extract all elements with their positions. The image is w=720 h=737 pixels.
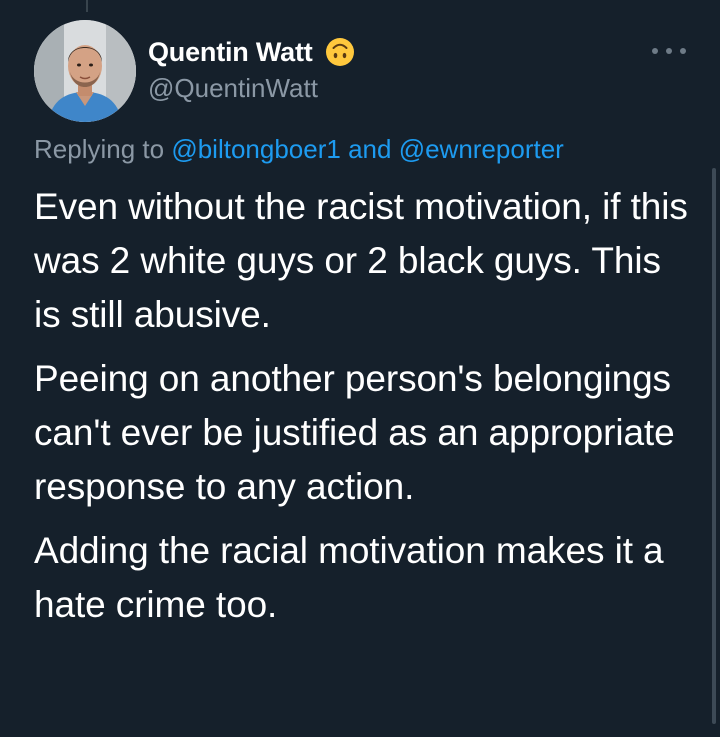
mention-link-biltongboer1[interactable]: @biltongboer1 [171,134,341,164]
more-dot [652,48,658,54]
avatar-photo [34,20,136,122]
replying-to-conjunction[interactable]: and [348,134,391,164]
tweet-paragraph: Even without the racist motivation, if t… [34,186,688,335]
avatar[interactable] [34,20,136,122]
tweet-paragraph: Adding the racial motivation makes it a … [34,530,664,625]
tweet-text: Even without the racist motivation, if t… [34,180,694,642]
replying-to-line: Replying to @biltongboer1 and @ewnreport… [34,134,564,165]
mention-link-ewnreporter[interactable]: @ewnreporter [399,134,564,164]
scrollbar[interactable] [712,168,716,724]
more-options-icon[interactable] [652,46,686,56]
more-dot [666,48,672,54]
tweet-paragraph: Peeing on another person's belongings ca… [34,358,675,507]
more-dot [680,48,686,54]
author-handle[interactable]: @QuentinWatt [148,73,355,104]
author-name-row: Quentin Watt [148,34,355,70]
tweet-author: Quentin Watt @QuentinWatt [148,34,355,104]
replying-to-prefix: Replying to [34,134,165,164]
thread-connector-line [86,0,88,12]
author-display-name[interactable]: Quentin Watt [148,37,313,68]
upside-down-face-emoji-icon [325,38,354,66]
